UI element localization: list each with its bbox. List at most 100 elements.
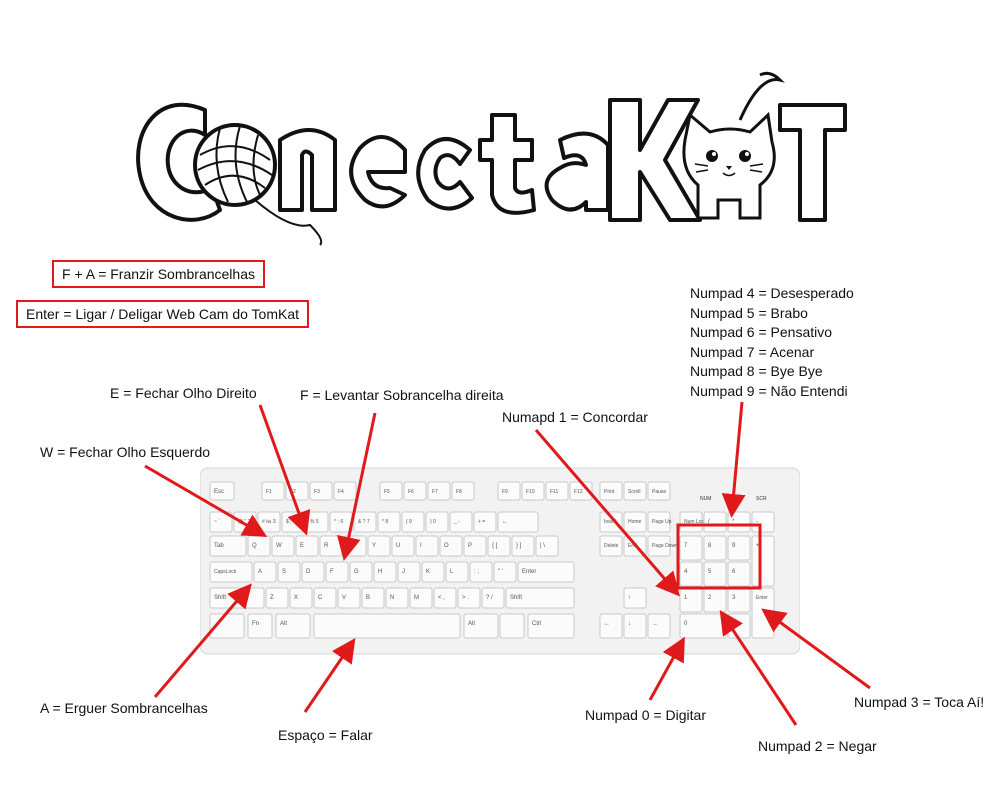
key-f10[interactable]: F10 <box>521 481 545 501</box>
key-delete[interactable]: Delete <box>599 535 623 557</box>
key-10-r3[interactable]: " ' <box>493 561 517 583</box>
key-7-r3[interactable]: K <box>421 561 445 583</box>
key-capslock[interactable]: CapsLock <box>209 561 253 583</box>
key-pgup[interactable]: Page Up <box>647 511 672 533</box>
key-alt-left[interactable]: Alt <box>275 613 311 639</box>
key-rshift[interactable]: Shift <box>505 587 575 609</box>
key-np-4[interactable]: 4 <box>679 561 703 587</box>
key-row1-4[interactable]: % 5 <box>305 511 329 533</box>
key-np-add[interactable]: + <box>751 535 775 587</box>
key-3-r4[interactable]: V <box>337 587 361 609</box>
key-insert[interactable]: Insert <box>599 511 623 533</box>
key-f6[interactable]: F6 <box>403 481 427 501</box>
key-enter[interactable]: Enter <box>517 561 575 583</box>
key-8-r2[interactable]: O <box>439 535 463 557</box>
key-8-r4[interactable]: > . <box>457 587 481 609</box>
key-row1-3[interactable]: $ ; 4 <box>281 511 305 533</box>
key-np-7[interactable]: 7 <box>679 535 703 561</box>
key-f4[interactable]: F4 <box>333 481 357 501</box>
key-11-r2[interactable]: } ] <box>511 535 535 557</box>
key-np-mul[interactable]: * <box>727 511 751 533</box>
key-9-r2[interactable]: P <box>463 535 487 557</box>
key-row1-2[interactable]: # № 3 <box>257 511 281 533</box>
key-3-r3[interactable]: F <box>325 561 349 583</box>
key-2-r3[interactable]: D <box>301 561 325 583</box>
key-np-2[interactable]: 2 <box>703 587 727 613</box>
key-np-9[interactable]: 9 <box>727 535 751 561</box>
key-backspace[interactable]: ← <box>497 511 539 533</box>
key-sys-2[interactable]: Pause <box>647 481 671 501</box>
key-row1-0[interactable]: ~ ` <box>209 511 233 533</box>
key-home[interactable]: Home <box>623 511 647 533</box>
key-up[interactable]: ↑ <box>623 587 647 609</box>
key-row1-8[interactable]: ( 9 <box>401 511 425 533</box>
key-7-r2[interactable]: I <box>415 535 439 557</box>
key-9-r3[interactable]: : ; <box>469 561 493 583</box>
key-f5[interactable]: F5 <box>379 481 403 501</box>
key-right[interactable]: → <box>647 613 671 639</box>
key-np-enter[interactable]: Enter <box>751 587 775 639</box>
key-row1-11[interactable]: + = <box>473 511 497 533</box>
key-np-div[interactable]: / <box>703 511 727 533</box>
key-f12[interactable]: F12 <box>569 481 593 501</box>
key-row1-9[interactable]: ) 0 <box>425 511 449 533</box>
key-10-r2[interactable]: { [ <box>487 535 511 557</box>
key-menu[interactable] <box>499 613 525 639</box>
key-0-r3[interactable]: A <box>253 561 277 583</box>
key-6-r3[interactable]: J <box>397 561 421 583</box>
key-6-r2[interactable]: U <box>391 535 415 557</box>
key-np-dot[interactable]: . <box>727 613 751 639</box>
key-2-r4[interactable]: C <box>313 587 337 609</box>
key-row1-7[interactable]: * 8 <box>377 511 401 533</box>
key-np-6[interactable]: 6 <box>727 561 751 587</box>
key-space[interactable] <box>313 613 461 639</box>
key-7-r4[interactable]: < , <box>433 587 457 609</box>
key-left[interactable]: ← <box>599 613 623 639</box>
key-row1-5[interactable]: ^ : 6 <box>329 511 353 533</box>
key-f3[interactable]: F3 <box>309 481 333 501</box>
key-alt-right[interactable]: Alt <box>463 613 499 639</box>
key-sys-0[interactable]: Print <box>599 481 623 501</box>
key-1-r3[interactable]: S <box>277 561 301 583</box>
key-f8[interactable]: F8 <box>451 481 475 501</box>
key-sys-1[interactable]: Scroll <box>623 481 647 501</box>
key-9-r4[interactable]: ? / <box>481 587 505 609</box>
key-0-r4[interactable]: Z <box>265 587 289 609</box>
key-1-r4[interactable]: X <box>289 587 313 609</box>
key-ctrl-left[interactable] <box>209 613 245 639</box>
key-tab[interactable]: Tab <box>209 535 247 557</box>
key-f1[interactable]: F1 <box>261 481 285 501</box>
key-5-r2[interactable]: Y <box>367 535 391 557</box>
key-np-sub[interactable]: - <box>751 511 775 533</box>
key-5-r4[interactable]: N <box>385 587 409 609</box>
key-down[interactable]: ↓ <box>623 613 647 639</box>
key-f9[interactable]: F9 <box>497 481 521 501</box>
key-np-3[interactable]: 3 <box>727 587 751 613</box>
key-end[interactable]: End <box>623 535 647 557</box>
key-12-r2[interactable]: | \ <box>535 535 559 557</box>
key-ctrl-right[interactable]: Ctrl <box>527 613 575 639</box>
key-np-8[interactable]: 8 <box>703 535 727 561</box>
key-lshift[interactable]: Shift <box>209 587 265 609</box>
key-4-r2[interactable]: T <box>343 535 367 557</box>
key-np-1[interactable]: 1 <box>679 587 703 613</box>
key-3-r2[interactable]: R <box>319 535 343 557</box>
key-f2[interactable]: F2 <box>285 481 309 501</box>
key-4-r3[interactable]: G <box>349 561 373 583</box>
key-np-5[interactable]: 5 <box>703 561 727 587</box>
key-5-r3[interactable]: H <box>373 561 397 583</box>
key-f7[interactable]: F7 <box>427 481 451 501</box>
key-f11[interactable]: F11 <box>545 481 569 501</box>
key-np-0[interactable]: 0 <box>679 613 727 639</box>
key-row1-6[interactable]: & ? 7 <box>353 511 377 533</box>
key-row1-10[interactable]: _ - <box>449 511 473 533</box>
key-0-r2[interactable]: Q <box>247 535 271 557</box>
key-row1-1[interactable]: @ " 2 <box>233 511 257 533</box>
key-esc[interactable]: Esc <box>209 481 235 501</box>
key-8-r3[interactable]: L <box>445 561 469 583</box>
key-4-r4[interactable]: B <box>361 587 385 609</box>
key-2-r2[interactable]: E <box>295 535 319 557</box>
key-6-r4[interactable]: M <box>409 587 433 609</box>
key-1-r2[interactable]: W <box>271 535 295 557</box>
key-fn[interactable]: Fn <box>247 613 273 639</box>
